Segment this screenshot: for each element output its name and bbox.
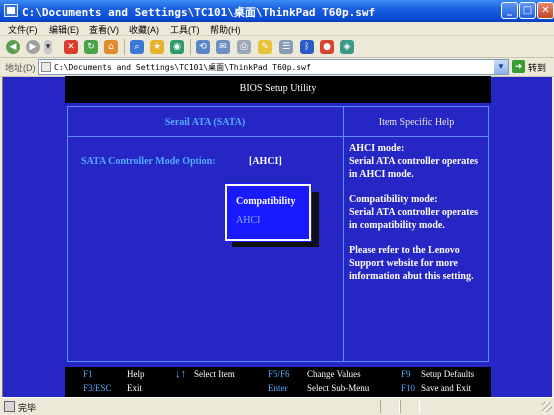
stop-icon[interactable]: ✕ <box>64 40 78 54</box>
window-title: C:\Documents and Settings\TC101\桌面\Think… <box>22 6 376 19</box>
legend-key-f1: F1 <box>83 369 93 379</box>
address-dropdown-icon[interactable]: ▼ <box>494 60 508 74</box>
forward-icon[interactable]: ▶ <box>26 40 40 54</box>
media-icon[interactable]: ◉ <box>170 40 184 54</box>
legend-desc-select-item: Select Item <box>194 369 235 379</box>
menu-favorites[interactable]: 收藏(A) <box>129 23 159 36</box>
help-heading: Item Specific Help <box>378 117 455 128</box>
legend-desc-help: Help <box>127 369 145 379</box>
address-input[interactable]: C:\Documents and Settings\TC101\桌面\Think… <box>38 59 509 75</box>
go-arrow-icon: ➜ <box>512 60 525 73</box>
mode-select-popup: Compatibility AHCI <box>224 183 312 242</box>
help-compat-title: Compatibility mode: <box>349 194 438 205</box>
title-bar: C:\Documents and Settings\TC101\桌面\Think… <box>0 0 554 22</box>
dropdown-icon[interactable]: ▾ <box>44 40 52 54</box>
minimize-button[interactable]: _ <box>501 2 518 19</box>
discuss-icon[interactable]: ☰ <box>279 40 293 54</box>
bios-divider-vertical <box>343 106 344 362</box>
research-icon[interactable]: ◈ <box>340 40 354 54</box>
help-text: AHCI mode: Serial ATA controller operate… <box>349 142 487 295</box>
legend-desc-exit: Exit <box>127 383 142 393</box>
favorites-icon[interactable]: ★ <box>150 40 164 54</box>
address-value[interactable]: C:\Documents and Settings\TC101\桌面\Think… <box>54 62 311 73</box>
legend-desc-save-exit: Save and Exit <box>421 383 471 393</box>
print-icon[interactable]: ⎙ <box>237 40 251 54</box>
back-icon[interactable]: ◀ <box>6 40 20 54</box>
updown-arrows-icon: ↓↑ <box>175 368 186 380</box>
legend-key-esc: F3/ESC <box>83 383 112 393</box>
menu-tools[interactable]: 工具(T) <box>170 23 200 36</box>
status-segment <box>380 400 400 413</box>
popup-option-ahci[interactable]: AHCI <box>236 215 260 226</box>
legend-key-f10: F10 <box>401 383 416 393</box>
go-label: 转到 <box>528 63 547 73</box>
history-icon[interactable]: ⟲ <box>196 40 210 54</box>
close-button[interactable]: ✕ <box>537 2 554 19</box>
legend-desc-select-submenu: Select Sub-Menu <box>307 383 370 393</box>
resize-grip-icon[interactable] <box>542 402 552 412</box>
toolbar-separator <box>124 39 125 55</box>
address-bar: 地址(D) C:\Documents and Settings\TC101\桌面… <box>0 58 554 77</box>
legend-key-enter: Enter <box>268 383 288 393</box>
legend-key-f9: F9 <box>401 369 411 379</box>
toolbar-separator <box>190 39 191 55</box>
help-ahci-desc: Serial ATA controller operates in AHCI m… <box>349 156 478 180</box>
sata-mode-option-label[interactable]: SATA Controller Mode Option: <box>81 156 216 167</box>
status-text: 完毕 <box>18 403 37 413</box>
help-compat-desc: Serial ATA controller operates in compat… <box>349 207 478 231</box>
menu-edit[interactable]: 编辑(E) <box>49 23 79 36</box>
messenger-icon[interactable]: ● <box>320 40 334 54</box>
key-legend: F1 Help ↓↑ Select Item F5/F6 Change Valu… <box>65 367 491 397</box>
bios-header: BIOS Setup Utility <box>65 76 491 103</box>
refresh-icon[interactable]: ↻ <box>84 40 98 54</box>
search-icon[interactable]: ⌕ <box>130 40 144 54</box>
help-support-note: Please refer to the Lenovo Support websi… <box>349 245 474 282</box>
menu-view[interactable]: 查看(V) <box>89 23 119 36</box>
sata-mode-option-value[interactable]: [AHCI] <box>249 156 282 167</box>
bluetooth-icon[interactable]: ᛒ <box>300 40 314 54</box>
app-icon <box>4 4 18 17</box>
menu-file[interactable]: 文件(F) <box>8 23 38 36</box>
edit-icon[interactable]: ✎ <box>258 40 272 54</box>
legend-desc-change-values: Change Values <box>307 369 361 379</box>
menu-bar: 文件(F) 编辑(E) 查看(V) 收藏(A) 工具(T) 帮助(H) <box>0 22 554 52</box>
home-icon[interactable]: ⌂ <box>104 40 118 54</box>
bios-screen[interactable]: BIOS Setup Utility Serail ATA (SATA) Ite… <box>2 76 552 397</box>
status-segment <box>400 400 420 413</box>
bios-divider-horizontal <box>67 136 489 137</box>
address-label: 地址(D) <box>5 63 36 73</box>
status-bar: 完毕 <box>0 397 554 415</box>
legend-key-f5f6: F5/F6 <box>268 369 290 379</box>
help-ahci-title: AHCI mode: <box>349 143 405 154</box>
legend-desc-setup-defaults: Setup Defaults <box>421 369 475 379</box>
menu-help[interactable]: 帮助(H) <box>210 23 241 36</box>
page-icon <box>41 62 51 72</box>
popup-option-compatibility[interactable]: Compatibility <box>236 196 295 207</box>
go-button[interactable]: ➜ 转到 <box>512 60 552 75</box>
page-status-icon <box>4 401 15 412</box>
mail-icon[interactable]: ✉ <box>216 40 230 54</box>
toolbar: ◀ ▶ ▾ ✕ ↻ ⌂ ⌕ ★ ◉ ⟲ ✉ ⎙ ✎ ☰ ᛒ ● ◈ <box>0 36 554 58</box>
bios-tab-sata[interactable]: Serail ATA (SATA) <box>67 117 343 128</box>
maximize-button[interactable]: □ <box>519 2 536 19</box>
